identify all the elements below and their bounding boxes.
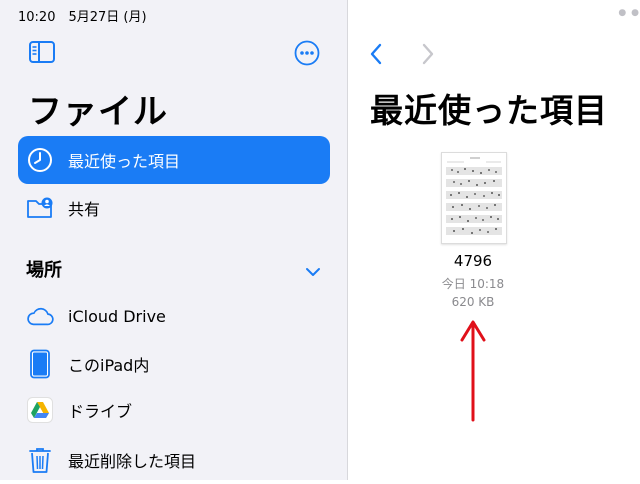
sidebar-item-google-drive[interactable]: ドライブ — [18, 386, 330, 434]
red-arrow-annotation — [458, 318, 488, 428]
sidebar-item-label: ドライブ — [68, 402, 133, 421]
chevron-down-icon[interactable] — [305, 262, 321, 281]
sidebar-item-recents[interactable]: 最近使った項目 — [18, 136, 330, 184]
sidebar-title: ファイル — [28, 92, 168, 132]
section-title-locations: 場所 — [26, 260, 62, 281]
google-drive-icon — [26, 396, 54, 424]
forward-chevron-icon[interactable] — [420, 42, 436, 70]
file-thumbnail[interactable] — [441, 152, 507, 244]
file-name[interactable]: 4796 — [348, 252, 598, 270]
shared-folder-icon — [26, 194, 54, 222]
sidebar-item-on-my-ipad[interactable]: このiPad内 — [18, 340, 330, 388]
sidebar-item-label: iCloud Drive — [68, 306, 166, 326]
sidebar-item-recently-deleted[interactable]: 最近削除した項目 — [18, 436, 330, 484]
sidebar-item-shared[interactable]: 共有 — [18, 184, 330, 232]
sidebar-item-label: このiPad内 — [68, 356, 150, 375]
cloud-icon — [26, 302, 54, 330]
file-date: 今日 10:18 — [441, 277, 505, 291]
status-time: 10:20 5月27日 (月) — [18, 10, 147, 25]
back-chevron-icon[interactable] — [368, 42, 384, 70]
sidebar: 10:20 5月27日 (月) ファイル 最近使った項目 共有 場所 iClou… — [0, 0, 348, 480]
sidebar-item-label: 共有 — [68, 200, 101, 219]
sidebar-item-label: 最近削除した項目 — [68, 452, 197, 471]
multitasking-dots[interactable]: ● ● — [618, 8, 640, 18]
trash-icon — [26, 446, 54, 474]
main-content: ● ● 最近使った項目 4796 今日 10:18 620 KB — [348, 0, 640, 480]
file-size: 620 KB — [451, 295, 495, 309]
ipad-icon — [26, 349, 54, 379]
page-title: 最近使った項目 — [370, 91, 608, 130]
more-options-icon[interactable] — [294, 40, 320, 70]
sidebar-item-icloud-drive[interactable]: iCloud Drive — [18, 292, 330, 340]
sidebar-item-label: 最近使った項目 — [68, 152, 181, 171]
sheet-music-preview — [446, 157, 502, 235]
sidebar-toggle-icon[interactable] — [28, 40, 56, 68]
clock-icon — [26, 146, 54, 174]
